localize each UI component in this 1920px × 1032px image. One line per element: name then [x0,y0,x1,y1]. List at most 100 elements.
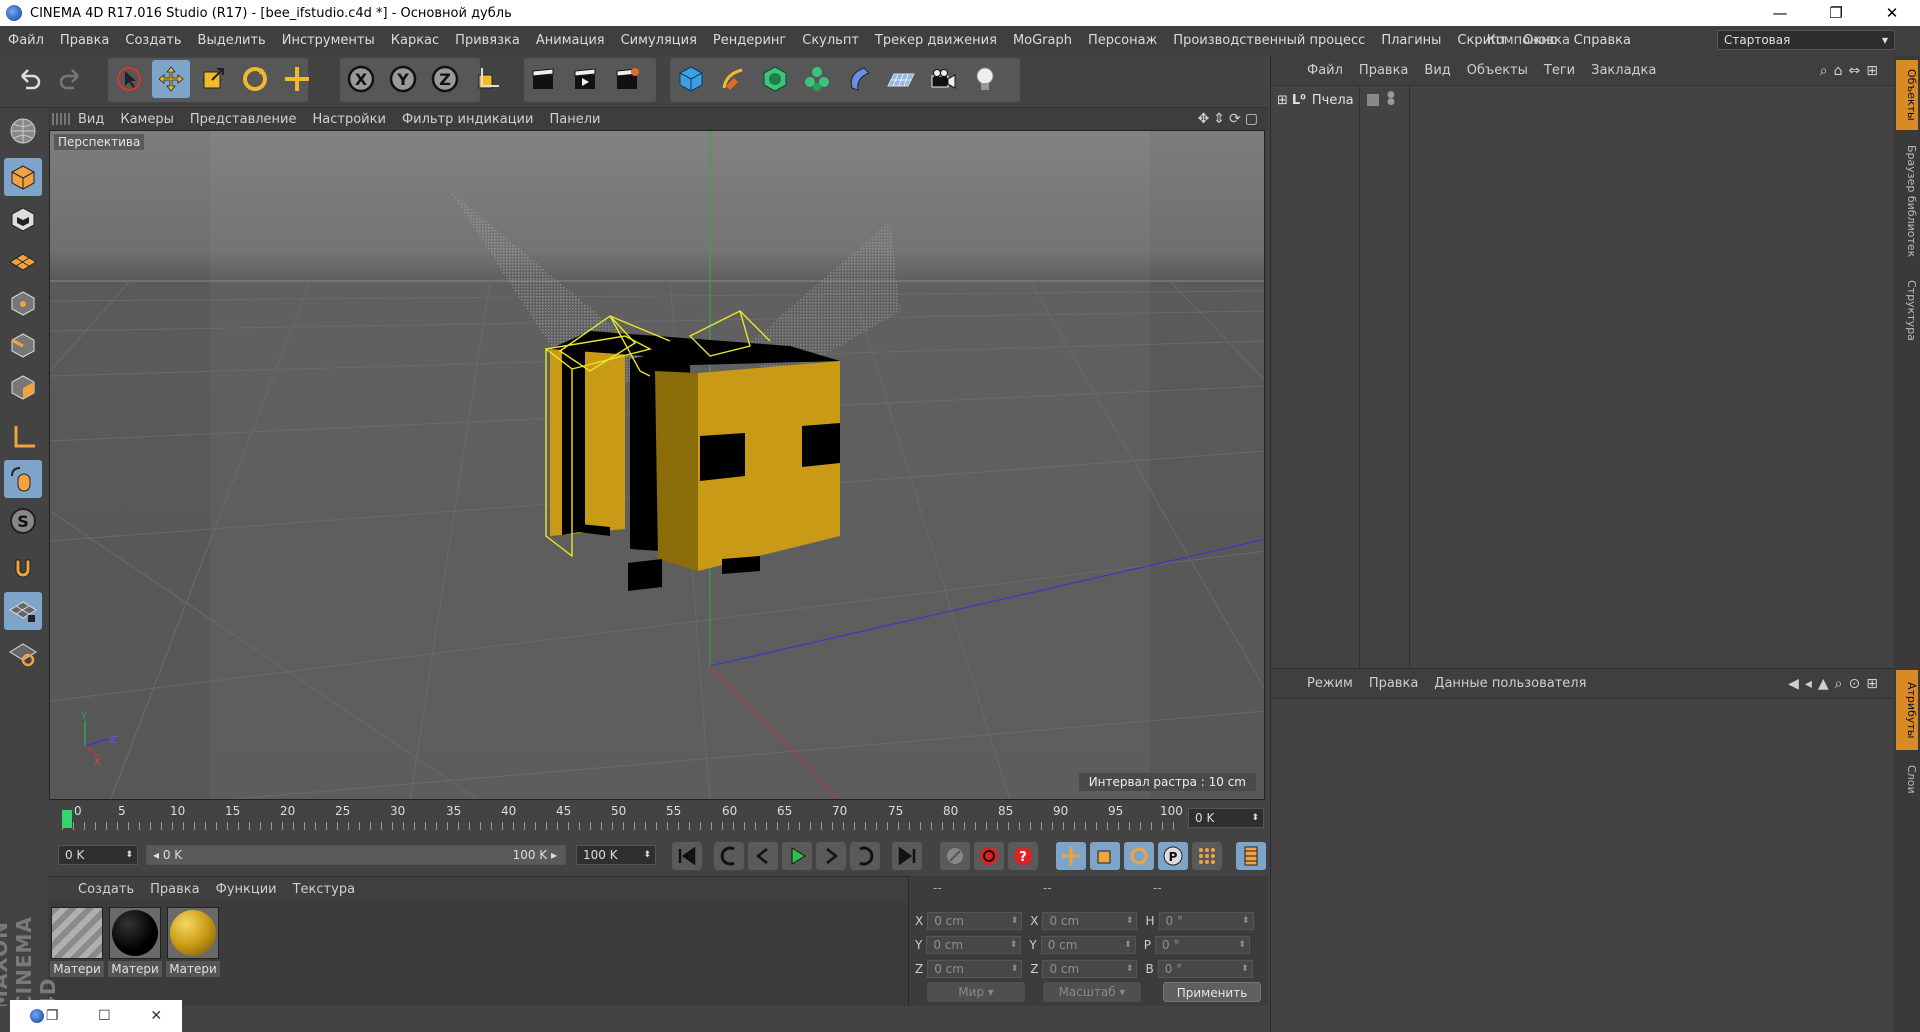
material-item[interactable]: Матери [166,907,220,979]
end-frame-field[interactable]: 100 K ⬍ [576,845,656,865]
x-axis-lock-button[interactable]: X [342,60,380,98]
camera-object-button[interactable] [924,60,962,98]
tab-content-browser[interactable]: Браузер библиотек [1896,136,1918,266]
play-button[interactable] [782,842,812,870]
position-y-field[interactable]: 0 cm ⬍ [926,936,1022,954]
obj-menu-view[interactable]: Вид [1416,63,1458,78]
current-frame-field[interactable]: 0 K ⬍ [1188,808,1264,828]
size-x-field[interactable]: 0 cm ⬍ [1042,912,1138,930]
deformer-button[interactable] [840,60,878,98]
restore-button[interactable]: ❐ [1808,0,1864,26]
snap-button[interactable] [4,550,42,588]
maximize-icon[interactable]: ☐ [98,1008,111,1024]
menu-file[interactable]: Файл [0,26,52,56]
key-scale-button[interactable] [1090,842,1120,870]
transform-tool-button[interactable] [278,60,316,98]
start-frame-field[interactable]: 0 K ⬍ [58,845,138,865]
floor-object-button[interactable] [882,60,920,98]
size-z-field[interactable]: 0 cm ⬍ [1042,960,1138,978]
menu-edit[interactable]: Правка [52,26,117,56]
render-settings-button[interactable] [608,60,646,98]
vp-menu-panel[interactable]: Панели [541,112,608,127]
position-z-field[interactable]: 0 cm ⬍ [927,960,1023,978]
material-item[interactable]: Матери [108,907,162,979]
menu-snap[interactable]: Привязка [447,26,528,56]
previous-key-button[interactable] [714,842,744,870]
menu-help[interactable]: Справка [1566,26,1639,56]
y-axis-lock-button[interactable]: Y [384,60,422,98]
texture-mode-button[interactable] [4,200,42,238]
render-picture-viewer-button[interactable] [566,60,604,98]
scale-tool-button[interactable] [194,60,232,98]
undo-button[interactable] [10,60,48,98]
vp-menu-filter[interactable]: Фильтр индикации [394,112,542,127]
cube-object-button[interactable] [672,60,710,98]
pen-spline-button[interactable] [714,60,752,98]
previous-frame-button[interactable] [748,842,778,870]
object-panel-nav-icons[interactable]: ⌕⌂⇔⊞ [1820,63,1884,79]
rotation-b-field[interactable]: 0 ° ⬍ [1157,960,1253,978]
menu-select[interactable]: Выделить [190,26,274,56]
menu-pipeline[interactable]: Производственный процесс [1165,26,1373,56]
coordinate-system-button[interactable] [468,60,506,98]
apply-button[interactable]: Применить [1163,982,1261,1002]
layer-icon[interactable] [1367,94,1379,106]
rotate-tool-button[interactable] [236,60,274,98]
cloner-button[interactable] [798,60,836,98]
next-frame-button[interactable] [816,842,846,870]
live-selection-button[interactable] [110,60,148,98]
attr-menu-mode[interactable]: Режим [1299,676,1361,691]
menu-create[interactable]: Создать [117,26,189,56]
mat-menu-texture[interactable]: Текстура [285,882,363,897]
key-rotation-button[interactable] [1124,842,1154,870]
points-mode-button[interactable] [4,284,42,322]
axis-mode-button[interactable] [4,418,42,456]
layout-dropdown[interactable]: Стартовая ▾ [1717,30,1895,50]
tweak-mode-button[interactable] [4,460,42,498]
record-active-objects-button[interactable] [940,842,970,870]
3d-viewport[interactable]: Y Z X Перспектива Интервал растра : 10 c… [49,130,1265,800]
playhead[interactable] [62,810,72,828]
mat-menu-function[interactable]: Функции [208,882,285,897]
z-axis-lock-button[interactable]: Z [426,60,464,98]
redo-button[interactable] [52,60,90,98]
tab-layers[interactable]: Слои [1896,754,1918,804]
obj-menu-bookmarks[interactable]: Закладка [1583,63,1664,78]
attribute-nav-icons[interactable]: ◀◂▲⌕⊙⊞ [1788,676,1884,692]
mat-menu-edit[interactable]: Правка [142,882,207,897]
mat-menu-create[interactable]: Создать [70,882,142,897]
obj-menu-file[interactable]: Файл [1299,63,1351,78]
viewport-nav-icons[interactable]: ✥⇕⟳▢ [1198,111,1262,127]
tab-structure[interactable]: Структура [1896,270,1918,350]
render-view-button[interactable] [524,60,562,98]
go-to-end-button[interactable] [892,842,922,870]
attr-menu-edit[interactable]: Правка [1361,676,1426,691]
vp-menu-cameras[interactable]: Камеры [112,112,182,127]
edges-mode-button[interactable] [4,326,42,364]
menu-mesh[interactable]: Каркас [383,26,447,56]
vp-menu-view[interactable]: Вид [70,112,112,127]
make-editable-button[interactable] [4,112,42,150]
timeline-scheme-button[interactable] [1236,842,1266,870]
vp-menu-options[interactable]: Настройки [305,112,394,127]
menu-character[interactable]: Персонаж [1080,26,1165,56]
tree-item-bee[interactable]: ⊞ L⁰ Пчела [1277,90,1354,110]
key-position-button[interactable] [1056,842,1086,870]
close-icon[interactable]: ✕ [150,1008,162,1024]
solo-mode-button[interactable]: S [4,502,42,540]
obj-menu-objects[interactable]: Объекты [1459,63,1536,78]
obj-menu-tags[interactable]: Теги [1536,63,1583,78]
menu-animate[interactable]: Анимация [528,26,613,56]
attr-menu-user-data[interactable]: Данные пользователя [1426,676,1594,691]
keyframe-selection-button[interactable]: ? [1008,842,1038,870]
visibility-dots-icon[interactable]: ● ● [1387,91,1395,107]
scale-mode-dropdown[interactable]: Масштаб ▾ [1043,982,1141,1002]
model-mode-button[interactable] [4,158,42,196]
obj-menu-edit[interactable]: Правка [1351,63,1416,78]
workplane-lock-button[interactable] [4,592,42,630]
autokeying-button[interactable] [974,842,1004,870]
next-key-button[interactable] [850,842,880,870]
key-pla-button[interactable] [1192,842,1222,870]
menu-mograph[interactable]: MoGraph [1005,26,1080,56]
menu-plugins[interactable]: Плагины [1373,26,1449,56]
